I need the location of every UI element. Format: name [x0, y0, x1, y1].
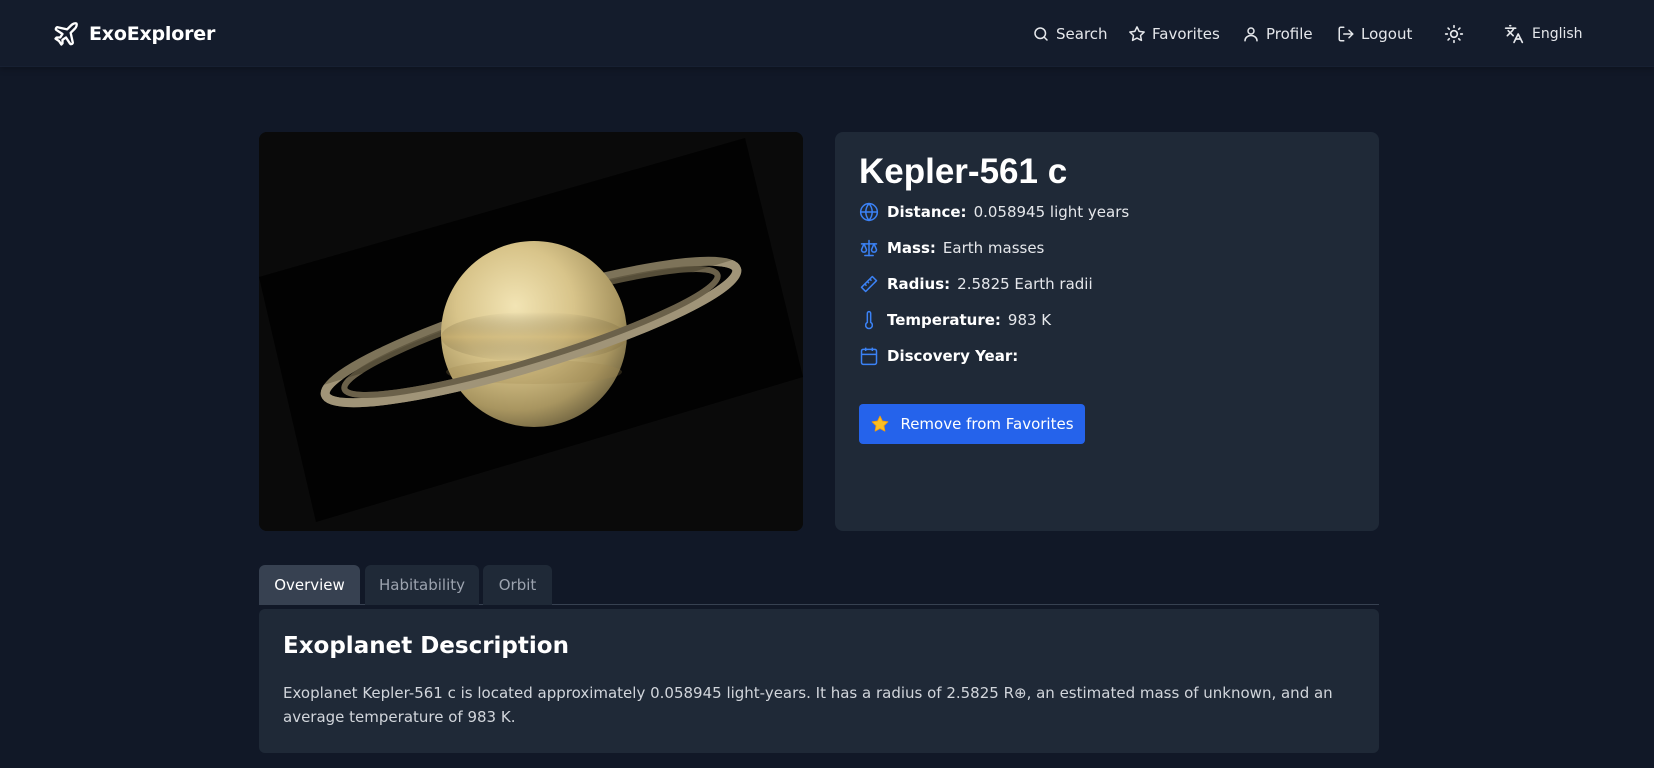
stat-discovery-year: Discovery Year: — [859, 344, 1025, 368]
ruler-icon — [859, 274, 887, 294]
nav-favorites-link[interactable]: Favorites — [1128, 22, 1220, 46]
stat-distance: Distance: 0.058945 light years — [859, 200, 1129, 224]
planet-name: Kepler-561 c — [859, 152, 1068, 191]
tab-habitability[interactable]: Habitability — [365, 565, 479, 605]
planet-info-card: Kepler-561 c Distance: 0.058945 light ye… — [835, 132, 1379, 531]
plane-icon — [52, 20, 80, 48]
remove-favorite-label: Remove from Favorites — [900, 415, 1074, 433]
planet-illustration — [259, 132, 803, 531]
nav-favorites-label: Favorites — [1152, 25, 1220, 43]
description-card: Exoplanet Description Exoplanet Kepler-5… — [259, 609, 1379, 753]
detail-tabs: Overview Habitability Orbit — [259, 565, 1379, 605]
stat-distance-label: Distance: — [887, 203, 967, 221]
stat-temperature-value: 983 K — [1007, 311, 1052, 329]
stat-distance-value: 0.058945 light years — [973, 203, 1130, 221]
search-icon — [1032, 25, 1050, 43]
stat-mass-value: Earth masses — [942, 239, 1045, 257]
description-text: Exoplanet Kepler-561 c is located approx… — [283, 684, 1333, 726]
nav-search-link[interactable]: Search — [1032, 22, 1108, 46]
stat-mass-label: Mass: — [887, 239, 936, 257]
planet-image — [259, 132, 803, 531]
stat-mass: Mass: Earth masses — [859, 236, 1044, 260]
stat-temperature-label: Temperature: — [887, 311, 1001, 329]
calendar-icon — [859, 346, 887, 366]
description-title: Exoplanet Description — [283, 633, 569, 659]
stat-radius-label: Radius: — [887, 275, 951, 293]
scale-icon — [859, 238, 887, 258]
tab-orbit[interactable]: Orbit — [483, 565, 552, 605]
nav-logout-link[interactable]: Logout — [1337, 22, 1412, 46]
stat-temperature: Temperature: 983 K — [859, 308, 1051, 332]
nav-profile-label: Profile — [1266, 25, 1313, 43]
nav-profile-link[interactable]: Profile — [1242, 22, 1313, 46]
stat-discovery-year-label: Discovery Year: — [887, 347, 1019, 365]
nav-logout-label: Logout — [1361, 25, 1413, 43]
star-filled-icon — [870, 414, 890, 434]
navbar: ExoExplorer Search Favorites Profile Log… — [0, 0, 1654, 67]
nav-search-label: Search — [1056, 25, 1108, 43]
tab-overview[interactable]: Overview — [259, 565, 360, 605]
language-label: English — [1532, 26, 1583, 42]
brand-name: ExoExplorer — [89, 23, 216, 45]
stat-radius: Radius: 2.5825 Earth radii — [859, 272, 1093, 296]
user-icon — [1242, 25, 1260, 43]
star-icon — [1128, 25, 1146, 43]
language-selector[interactable]: English — [1504, 22, 1583, 46]
remove-favorite-button[interactable]: Remove from Favorites — [859, 404, 1085, 444]
globe-icon — [859, 202, 887, 222]
theme-toggle-button[interactable] — [1444, 24, 1464, 44]
stat-radius-value: 2.5825 Earth radii — [957, 275, 1093, 293]
thermometer-icon — [859, 310, 887, 330]
logout-icon — [1337, 25, 1355, 43]
brand-link[interactable]: ExoExplorer — [52, 19, 215, 49]
sun-icon — [1444, 24, 1464, 44]
translate-icon — [1504, 24, 1524, 44]
